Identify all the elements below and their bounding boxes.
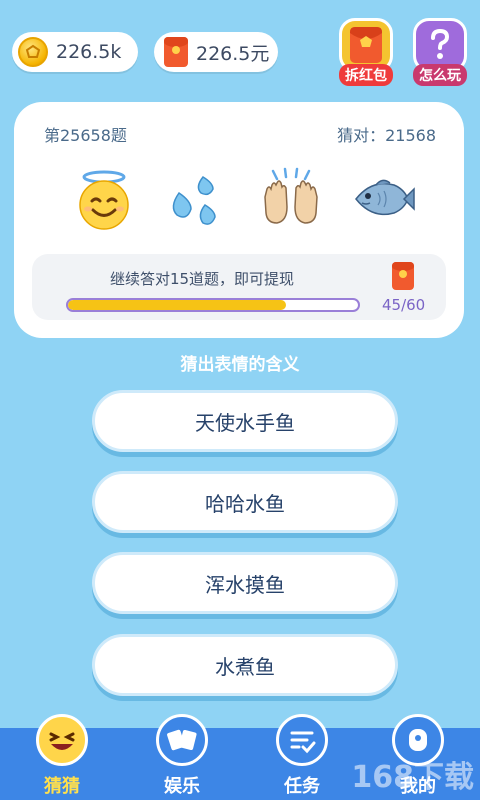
progress-count: 45/60 bbox=[382, 296, 426, 314]
how-to-play-button[interactable]: 怎么玩 bbox=[410, 18, 470, 86]
red-envelope-reward-icon[interactable] bbox=[392, 262, 414, 290]
answer-option-4[interactable]: 水煮鱼 bbox=[92, 634, 398, 696]
site-watermark: 168下载 bbox=[351, 760, 474, 795]
answer-option-3[interactable]: 浑水摸鱼 bbox=[92, 552, 398, 614]
coin-icon bbox=[18, 37, 48, 67]
progress-bar bbox=[66, 298, 360, 312]
sweat-droplets-icon bbox=[173, 176, 217, 225]
answer-option-2[interactable]: 哈哈水鱼 bbox=[92, 471, 398, 533]
checklist-icon bbox=[276, 714, 328, 766]
cards-icon bbox=[156, 714, 208, 766]
nav-label-tasks: 任务 bbox=[284, 776, 320, 797]
nav-label-guess: 猜猜 bbox=[44, 776, 80, 797]
nav-item-guess[interactable]: 猜猜 bbox=[14, 714, 110, 800]
how-to-play-label: 怎么玩 bbox=[413, 64, 467, 86]
nav-item-tasks[interactable]: 任务 bbox=[254, 714, 350, 800]
answer-option-1[interactable]: 天使水手鱼 bbox=[92, 390, 398, 452]
question-prompt: 猜出表情的含义 bbox=[180, 355, 300, 375]
withdraw-progress: 继续答对15道题，即可提现 45/60 bbox=[32, 254, 446, 320]
question-number: 第25658题 bbox=[44, 126, 127, 145]
raising-hands-icon bbox=[263, 167, 318, 224]
cash-balance[interactable]: 226.5元 bbox=[154, 32, 278, 72]
nav-item-entertainment[interactable]: 娱乐 bbox=[134, 714, 230, 800]
emoji-clue-row bbox=[72, 164, 416, 234]
nav-label-entertainment: 娱乐 bbox=[164, 776, 200, 797]
coin-balance[interactable]: 226.5k bbox=[12, 32, 138, 72]
fish-icon bbox=[355, 179, 415, 216]
bottom-nav: 猜猜 娱乐 任务 我的 168下载 bbox=[0, 714, 480, 800]
progress-hint: 继续答对15道题，即可提现 bbox=[109, 270, 295, 288]
correct-count: 猜对：21568 bbox=[337, 126, 436, 145]
coin-amount: 226.5k bbox=[56, 41, 122, 63]
laughing-face-icon bbox=[36, 714, 88, 766]
progress-bar-fill bbox=[68, 300, 286, 310]
red-envelope-icon bbox=[164, 37, 188, 67]
cash-amount: 226.5元 bbox=[196, 42, 270, 65]
open-red-envelope-label: 拆红包 bbox=[339, 64, 393, 86]
smiling-halo-face-icon bbox=[79, 170, 129, 230]
question-card: 第25658题 猜对：21568 继续答对15道题，即可提现 45/60 bbox=[14, 102, 464, 338]
open-red-envelope-button[interactable]: 拆红包 bbox=[336, 18, 396, 86]
